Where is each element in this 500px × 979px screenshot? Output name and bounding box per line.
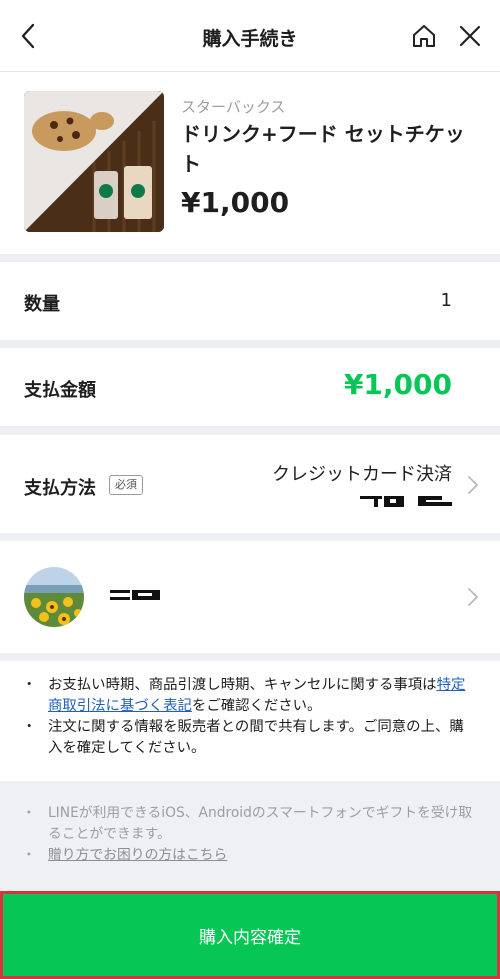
close-button[interactable]	[450, 18, 490, 54]
masked-account-name	[110, 590, 160, 600]
product-name: ドリンク+フード セットチケット	[181, 122, 465, 176]
note-item: お支払い時期、商品引渡し時期、キャンセルに関する事項は特定商取引法に基づく表記を…	[22, 675, 478, 717]
close-icon	[459, 25, 481, 47]
payment-method-value: クレジットカード決済	[272, 464, 452, 485]
required-badge: 必須	[109, 475, 143, 495]
info-item: LINEが利用できるiOS、Androidのスマートフォンでギフトを受け取ること…	[22, 803, 478, 845]
home-button[interactable]	[404, 18, 444, 54]
chevron-right-icon	[468, 588, 478, 606]
payment-method-row[interactable]: 支払方法 必須 クレジットカード決済	[0, 435, 500, 533]
product-price: ¥1,000	[181, 186, 290, 219]
account-row[interactable]	[0, 541, 500, 653]
chevron-right-icon	[468, 476, 478, 494]
note-item: 注文に関する情報を販売者との間で共有します。ご同意の上、購入を確定してください。	[22, 717, 478, 759]
confirm-purchase-button[interactable]: 購入内容確定	[0, 891, 500, 979]
info-item: 贈り方でお困りの方はこちら	[22, 845, 478, 866]
purchase-notes: お支払い時期、商品引渡し時期、キャンセルに関する事項は特定商取引法に基づく表記を…	[0, 661, 500, 781]
masked-card-number	[360, 496, 452, 507]
quantity-value: 1	[440, 290, 452, 311]
amount-value: ¥1,000	[343, 368, 452, 401]
product-image	[24, 91, 164, 232]
quantity-label: 数量	[24, 294, 60, 315]
product-brand: スターバックス	[181, 98, 286, 116]
gift-info: LINEが利用できるiOS、Androidのスマートフォンでギフトを受け取ること…	[0, 781, 500, 891]
amount-row: 支払金額 ¥1,000	[0, 348, 500, 426]
home-icon	[413, 25, 435, 47]
header-bar: 購入手続き	[0, 0, 500, 72]
quantity-row: 数量 1	[0, 262, 500, 340]
payment-label: 支払方法	[24, 478, 96, 499]
avatar	[24, 567, 84, 627]
amount-label: 支払金額	[24, 380, 96, 401]
gift-help-link[interactable]: 贈り方でお困りの方はこちら	[48, 847, 227, 863]
